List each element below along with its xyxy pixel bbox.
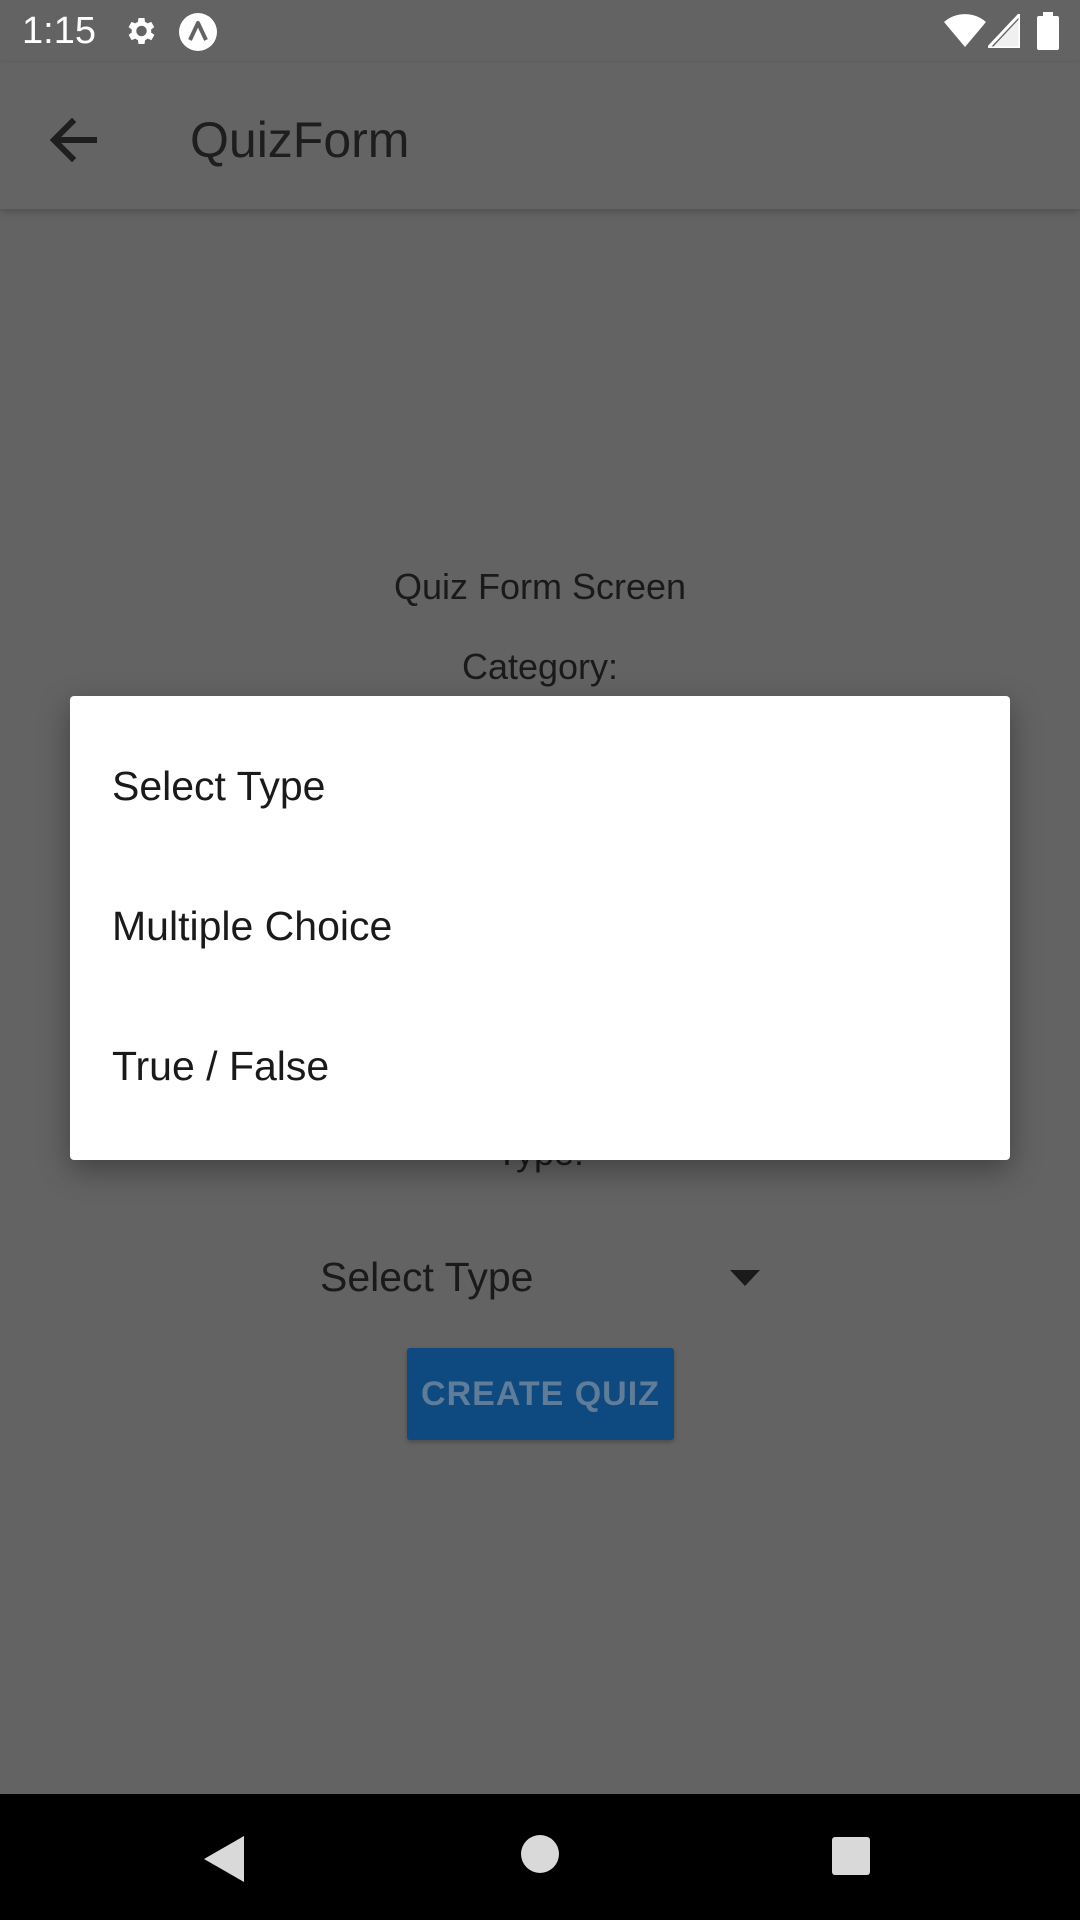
wifi-icon [944,14,986,47]
nav-back-icon[interactable] [202,1834,248,1884]
arrow-left-icon[interactable] [38,105,108,175]
type-select[interactable]: Select Type [320,1250,760,1310]
status-time: 1:15 [22,10,96,52]
gear-icon [128,17,155,45]
dialog-option-select-type[interactable]: Select Type [112,716,968,856]
type-select-value: Select Type [320,1254,534,1300]
nav-recents-icon[interactable] [831,1836,871,1876]
app-notification-icon [179,13,217,51]
signal-icon [988,14,1020,48]
battery-icon [1037,12,1059,50]
nav-bar [0,1794,1080,1920]
screen-title: Quiz Form Screen [393,566,687,607]
dialog-option-multiple-choice[interactable]: Multiple Choice [112,856,968,996]
dialog-option-true-false[interactable]: True / False [112,996,968,1136]
category-label: Category: [461,646,619,687]
app-bar: QuizForm [0,63,1080,209]
status-bar: 1:15 [0,0,1080,63]
page-title: QuizForm [190,112,410,168]
nav-home-icon[interactable] [520,1834,560,1874]
dropdown-arrow-icon [730,1270,760,1286]
type-picker-dialog: Select Type Multiple Choice True / False [70,696,1010,1160]
create-quiz-button[interactable]: CREATE QUIZ [407,1348,674,1440]
